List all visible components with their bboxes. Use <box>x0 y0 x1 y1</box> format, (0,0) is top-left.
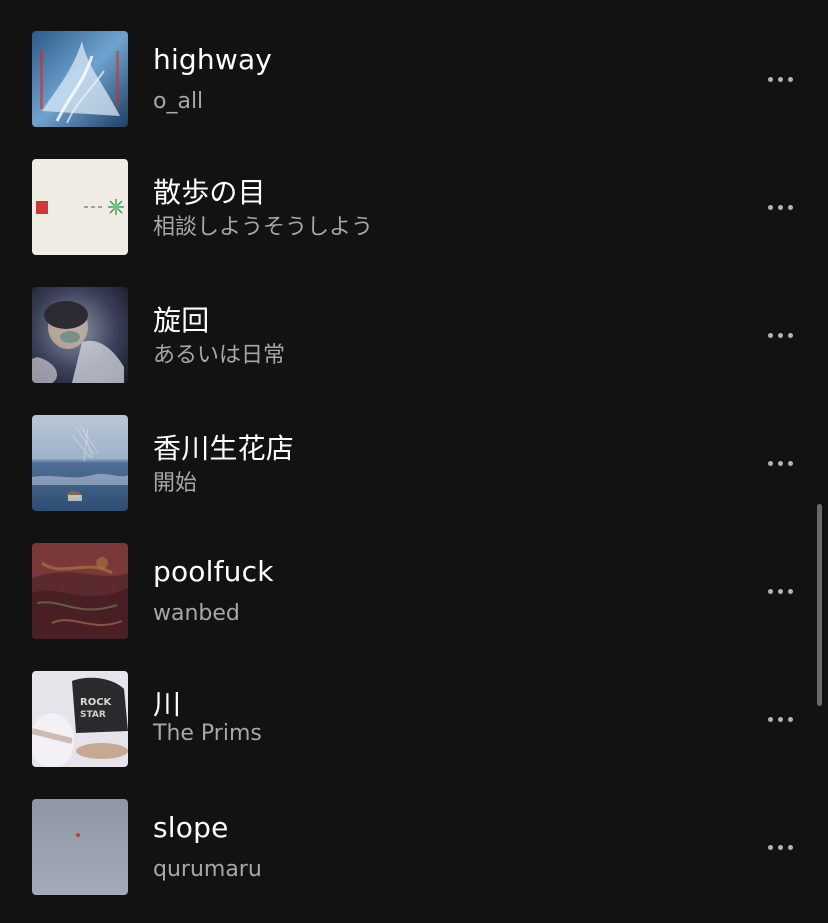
album-cover-senkai <box>32 287 128 383</box>
track-row-highway[interactable]: highway o_all <box>0 31 810 127</box>
more-horizontal-icon <box>767 460 773 466</box>
album-cover-sanpo-no-me <box>32 159 128 255</box>
album-cover-poolfuck <box>32 543 128 639</box>
track-title: 香川生花店 <box>153 432 295 465</box>
more-options-button[interactable] <box>756 451 804 475</box>
more-options-button[interactable] <box>756 579 804 603</box>
more-options-button[interactable] <box>756 195 804 219</box>
track-title: poolfuck <box>153 555 274 588</box>
more-horizontal-icon <box>767 716 773 722</box>
track-row-kagawa-seikaten[interactable]: 香川生花店 開始 <box>0 415 810 511</box>
sanpo-no-me-cover-art-image <box>32 159 128 255</box>
track-artist: あるいは日常 <box>153 343 286 368</box>
track-title: slope <box>153 811 229 844</box>
album-cover-highway <box>32 31 128 127</box>
kawa-cover-art-image: ROCK STAR <box>32 671 128 767</box>
track-artist: o_all <box>153 89 204 114</box>
track-list: highway o_all 散歩の目 相談しようそうしよう 旋回 あるいは日常 … <box>0 0 828 923</box>
more-options-button[interactable] <box>756 835 804 859</box>
track-row-senkai[interactable]: 旋回 あるいは日常 <box>0 287 810 383</box>
album-cover-slope <box>32 799 128 895</box>
svg-text:STAR: STAR <box>80 710 106 720</box>
kagawa-seikaten-cover-art-image <box>32 415 128 511</box>
track-title: 旋回 <box>153 304 210 337</box>
track-row-slope[interactable]: slope qurumaru <box>0 799 810 895</box>
track-title: 川 <box>153 688 182 721</box>
track-row-sanpo-no-me[interactable]: 散歩の目 相談しようそうしよう <box>0 159 810 255</box>
track-title: highway <box>153 43 273 76</box>
track-row-poolfuck[interactable]: poolfuck wanbed <box>0 543 810 639</box>
more-options-button[interactable] <box>756 67 804 91</box>
track-artist: The Prims <box>153 721 262 746</box>
track-title: 散歩の目 <box>153 176 266 209</box>
highway-cover-art-image <box>32 31 128 127</box>
track-artist: wanbed <box>153 601 240 626</box>
more-options-button[interactable] <box>756 707 804 731</box>
more-horizontal-icon <box>767 332 773 338</box>
scrollbar-thumb[interactable] <box>817 504 822 706</box>
more-horizontal-icon <box>767 588 773 594</box>
more-horizontal-icon <box>767 844 773 850</box>
svg-text:ROCK: ROCK <box>80 697 113 708</box>
album-cover-kagawa-seikaten <box>32 415 128 511</box>
senkai-cover-art-image <box>32 287 128 383</box>
slope-cover-art-image <box>32 799 128 895</box>
more-horizontal-icon <box>767 76 773 82</box>
track-artist: 開始 <box>153 471 198 496</box>
track-artist: qurumaru <box>153 857 262 882</box>
track-artist: 相談しようそうしよう <box>153 215 374 240</box>
more-options-button[interactable] <box>756 323 804 347</box>
more-horizontal-icon <box>767 204 773 210</box>
track-row-kawa[interactable]: ROCK STAR 川 The Prims <box>0 671 810 767</box>
poolfuck-cover-art-image <box>32 543 128 639</box>
album-cover-kawa: ROCK STAR <box>32 671 128 767</box>
